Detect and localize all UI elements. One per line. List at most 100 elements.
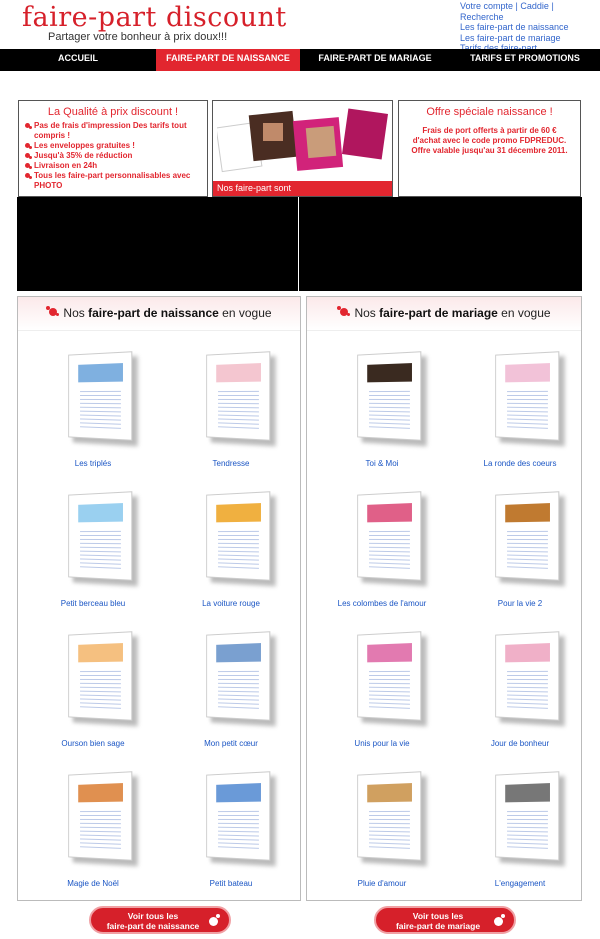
dots-icon <box>337 306 351 318</box>
promo-item: Tous les faire-part personnalisables ave… <box>24 171 207 191</box>
product-thumbnail[interactable] <box>495 351 560 441</box>
product-name-link[interactable]: Les colombes de l'amour <box>317 599 447 608</box>
product-name-link[interactable]: Tendresse <box>166 459 296 468</box>
product-name-link[interactable]: L'engagement <box>455 879 585 888</box>
special-offer-title: Offre spéciale naissance ! <box>426 106 553 118</box>
product-name-link[interactable]: Ourson bien sage <box>28 739 158 748</box>
thumbnail-text <box>80 667 121 709</box>
cart-link[interactable]: Caddie <box>520 1 549 11</box>
mariage-panel: Nos faire-part de mariage en vogue Toi &… <box>306 296 582 901</box>
thumbnail-art <box>78 363 123 383</box>
naissance-panel: Nos faire-part de naissance en vogue Les… <box>17 296 301 901</box>
dots-icon <box>207 914 221 928</box>
product-name-link[interactable]: Petit berceau bleu <box>28 599 158 608</box>
nav-tarifs[interactable]: TARIFS ET PROMOTIONS <box>450 49 600 71</box>
product-name-link[interactable]: Unis pour la vie <box>317 739 447 748</box>
thumbnail-art <box>505 643 550 663</box>
thumbnail-text <box>218 807 259 849</box>
promo-item: Jusqu'à 35% de réduction <box>24 151 207 161</box>
products-promo-caption: Nos faire-part sont <box>213 181 392 196</box>
product-thumbnail[interactable] <box>68 631 133 721</box>
product-thumbnail[interactable] <box>206 771 271 861</box>
thumbnail-text <box>507 807 548 849</box>
naissance-product-item[interactable]: Ourson bien sage <box>28 623 158 753</box>
thumbnail-text <box>507 387 548 429</box>
special-offer-text: Frais de port offerts à partir de 60 € d… <box>411 126 568 155</box>
thumbnail-text <box>80 807 121 849</box>
products-promo-box[interactable]: Nos faire-part sont <box>212 100 393 197</box>
see-all-naissance-button[interactable]: Voir tous les faire-part de naissance <box>89 906 231 934</box>
nav-mariage[interactable]: FAIRE-PART DE MARIAGE <box>300 49 450 71</box>
product-name-link[interactable]: Toi & Moi <box>317 459 447 468</box>
site-header: faire-part discount Partager votre bonhe… <box>0 0 600 53</box>
mariage-product-item[interactable]: Unis pour la vie <box>317 623 447 753</box>
thumbnail-text <box>218 667 259 709</box>
banner-left[interactable] <box>17 197 298 291</box>
thumbnail-art <box>78 503 123 523</box>
thumbnail-text <box>507 527 548 569</box>
product-name-link[interactable]: Mon petit cœur <box>166 739 296 748</box>
product-thumbnail[interactable] <box>357 351 422 441</box>
product-thumbnail[interactable] <box>68 491 133 581</box>
product-thumbnail[interactable] <box>495 771 560 861</box>
thumbnail-art <box>78 643 123 663</box>
product-name-link[interactable]: La ronde des coeurs <box>455 459 585 468</box>
thumbnail-art <box>367 783 412 803</box>
nav-naissance[interactable]: FAIRE-PART DE NAISSANCE <box>156 49 300 71</box>
product-thumbnail[interactable] <box>206 631 271 721</box>
product-name-link[interactable]: Jour de bonheur <box>455 739 585 748</box>
product-name-link[interactable]: La voiture rouge <box>166 599 296 608</box>
separator: | <box>551 1 554 11</box>
site-logo[interactable]: faire-part discount <box>22 2 287 33</box>
mariage-link[interactable]: Les faire-part de mariage <box>460 33 590 44</box>
product-name-link[interactable]: Pluie d'amour <box>317 879 447 888</box>
product-thumbnail[interactable] <box>357 491 422 581</box>
thumbnail-text <box>507 667 548 709</box>
thumbnail-text <box>369 527 410 569</box>
product-thumbnail[interactable] <box>495 631 560 721</box>
product-name-link[interactable]: Petit bateau <box>166 879 296 888</box>
account-link[interactable]: Votre compte <box>460 1 513 11</box>
thumbnail-text <box>80 527 121 569</box>
mariage-product-item[interactable]: Pluie d'amour <box>317 763 447 893</box>
naissance-product-item[interactable]: Petit berceau bleu <box>28 483 158 613</box>
thumbnail-art <box>78 783 123 803</box>
product-name-link[interactable]: Magie de Noël <box>28 879 158 888</box>
product-thumbnail[interactable] <box>357 771 422 861</box>
naissance-panel-title: Nos faire-part de naissance en vogue <box>18 297 300 331</box>
banner-right[interactable] <box>299 197 582 291</box>
thumbnail-art <box>216 783 261 803</box>
product-name-link[interactable]: Les triplés <box>28 459 158 468</box>
promo-item: Livraison en 24h <box>24 161 207 171</box>
quality-promo-list: Pas de frais d'impression Des tarifs tou… <box>24 121 207 191</box>
mariage-product-item[interactable]: La ronde des coeurs <box>455 343 585 473</box>
mariage-product-item[interactable]: Toi & Moi <box>317 343 447 473</box>
product-name-link[interactable]: Pour la vie 2 <box>455 599 585 608</box>
naissance-product-item[interactable]: Tendresse <box>166 343 296 473</box>
product-thumbnail[interactable] <box>68 351 133 441</box>
product-thumbnail[interactable] <box>68 771 133 861</box>
nav-accueil[interactable]: ACCUEIL <box>0 49 156 71</box>
thumbnail-text <box>369 387 410 429</box>
product-thumbnail[interactable] <box>495 491 560 581</box>
search-link[interactable]: Recherche <box>460 12 504 22</box>
thumbnail-art <box>367 643 412 663</box>
naissance-product-item[interactable]: Mon petit cœur <box>166 623 296 753</box>
dots-icon <box>46 306 60 318</box>
see-all-mariage-button[interactable]: Voir tous les faire-part de mariage <box>374 906 516 934</box>
product-thumbnail[interactable] <box>206 491 271 581</box>
mariage-product-item[interactable]: Pour la vie 2 <box>455 483 585 613</box>
naissance-product-item[interactable]: Petit bateau <box>166 763 296 893</box>
naissance-link[interactable]: Les faire-part de naissance <box>460 22 590 33</box>
product-thumbnail[interactable] <box>206 351 271 441</box>
naissance-product-item[interactable]: Les triplés <box>28 343 158 473</box>
naissance-product-item[interactable]: Magie de Noël <box>28 763 158 893</box>
mariage-product-item[interactable]: Jour de bonheur <box>455 623 585 753</box>
promo-item: Pas de frais d'impression Des tarifs tou… <box>24 121 207 141</box>
product-thumbnail[interactable] <box>357 631 422 721</box>
naissance-product-item[interactable]: La voiture rouge <box>166 483 296 613</box>
mariage-product-item[interactable]: Les colombes de l'amour <box>317 483 447 613</box>
special-offer-box: Offre spéciale naissance ! Frais de port… <box>398 100 581 197</box>
mariage-product-item[interactable]: L'engagement <box>455 763 585 893</box>
thumbnail-text <box>80 387 121 429</box>
